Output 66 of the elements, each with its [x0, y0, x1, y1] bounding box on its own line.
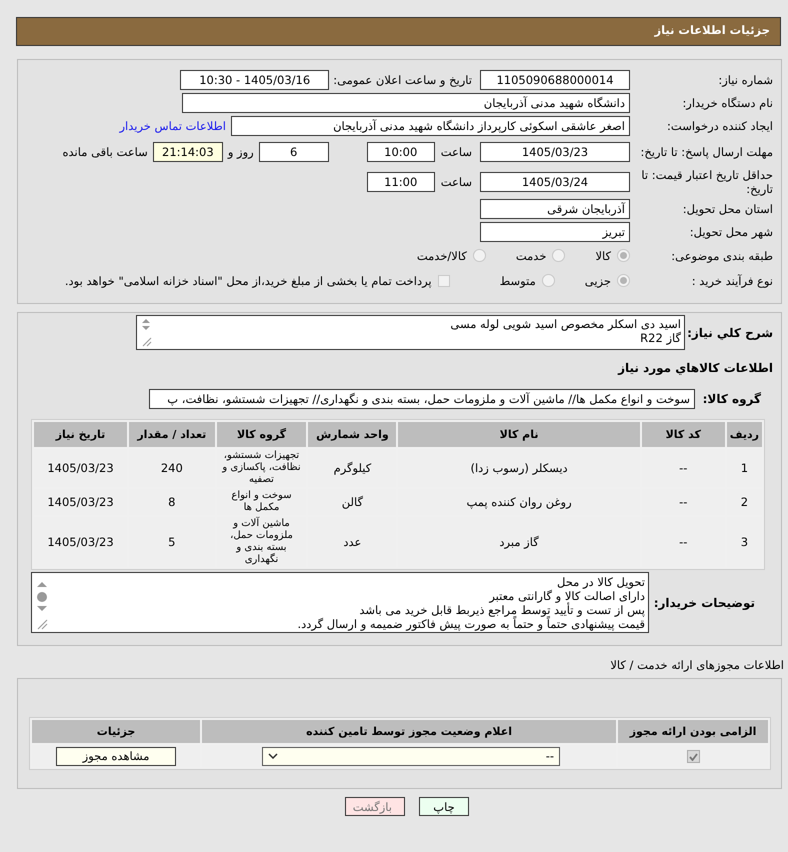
option-label: کالا/خدمت [416, 248, 467, 262]
field-label: حداقل تاریخ اعتبار قیمت: تا تاریخ: [640, 168, 773, 196]
notes-text: تحویل کالا در محل دارای اصالت کالا و گارانتی معتبر پس از تست و تأیید توسط مراجع ذیربط قابل خرید می باشد قیمت پیشنهادی حتماً و حتماً به صورت پیش فاکتور ضمیمه و ارسال گردد. [297, 575, 645, 631]
back-button[interactable]: بازگشت [345, 797, 405, 816]
column-header: کد کالا [642, 422, 725, 447]
section-title: اطلاعات مجوزهای ارائه خدمت / کالا [609, 658, 785, 672]
field-label: ایجاد کننده درخواست: [666, 118, 773, 132]
field-value: تبریز [480, 222, 630, 242]
column-header: الزامی بودن ارائه مجوز [618, 720, 768, 743]
field-label: مهلت ارسال پاسخ: تا تاریخ: [639, 145, 773, 159]
chevron-down-icon [268, 753, 278, 759]
option-label: متوسط [500, 274, 536, 288]
field-label: نام دستگاه خریدار: [681, 96, 773, 110]
field-label: گروه کالا: [702, 392, 761, 406]
time-value: 11:00 [366, 172, 435, 192]
column-header: اعلام وضعیت مجوز توسط تامین کننده [202, 720, 616, 743]
remaining-time: 21:14:03 [152, 142, 223, 162]
field-value: 1405/03/16 - 10:30 [180, 70, 330, 90]
radio-button[interactable] [472, 249, 486, 262]
column-header: تاریخ نیاز [34, 422, 128, 447]
checkbox[interactable] [438, 274, 450, 286]
field-label: استان محل تحویل: [682, 202, 773, 216]
description-text: اسید دی اسکلر مخصوص اسید شویی لوله مسی گاز R22 [450, 317, 681, 345]
contact-link[interactable]: اطلاعات تماس خریدار [119, 118, 226, 132]
field-value: 1105090688000014 [480, 70, 630, 90]
time-value: 10:00 [366, 142, 435, 162]
check-icon [688, 752, 698, 761]
column-header: واحد شمارش [308, 422, 396, 447]
field-label: نوع فرآیند خرید : [690, 274, 773, 288]
field-value: آذربایجان شرقی [480, 198, 630, 218]
section-title: اطلاعات كالاهاي مورد نياز [616, 361, 773, 375]
radio-button[interactable] [617, 274, 630, 287]
column-header: گروه کالا [216, 422, 306, 447]
field-label: تاریخ و ساعت اعلان عمومی: [333, 72, 472, 86]
field-label: توضیحات خریدار: [655, 596, 755, 610]
date-value: 1405/03/24 [480, 172, 630, 192]
view-permit-button[interactable]: مشاهده مجوز [56, 746, 176, 766]
option-label: جزیی [584, 274, 611, 288]
option-label: کالا [595, 248, 611, 262]
radio-button[interactable] [542, 274, 555, 287]
time-label: ساعت [440, 145, 472, 159]
column-header: جزئیات [32, 720, 200, 743]
days-label: روز و [228, 145, 254, 159]
field-label: شهر محل تحویل: [688, 224, 773, 238]
column-header: تعداد / مقدار [129, 422, 215, 447]
column-header: نام کالا [398, 422, 640, 447]
scroll-arrows-icon [140, 317, 152, 347]
radio-button[interactable] [552, 249, 566, 262]
checkbox[interactable] [686, 750, 700, 764]
checkbox-label: پرداخت تمام یا بخشی از مبلغ خرید،از محل "اسناد خزانه اسلامی" خواهد بود. [64, 274, 432, 288]
field-label: شماره نیاز: [717, 72, 773, 86]
radio-button[interactable] [617, 249, 630, 262]
status-select[interactable]: -- [262, 746, 560, 766]
group-value: سوخت و انواع مکمل ها// ماشین آلات و ملزومات حمل، بسته بندی و نگهداری// تجهیزات شستشو، نظافت، پ [149, 389, 695, 409]
print-button[interactable]: چاپ [419, 797, 469, 816]
field-label: شرح كلي نياز: [691, 326, 773, 340]
page-title: جزئیات اطلاعات نیاز [654, 23, 770, 37]
field-value: اصغر عاشقی اسکوئی کارپرداز دانشگاه شهید مدنی آذربایجان [231, 116, 630, 136]
field-label: طبقه بندی موضوعی: [670, 248, 773, 262]
date-value: 1405/03/23 [480, 142, 630, 162]
option-label: خدمت [516, 248, 546, 262]
time-label: ساعت [440, 175, 472, 189]
remaining-label: ساعت باقی مانده [62, 145, 148, 159]
column-header: ردیف [726, 422, 762, 447]
field-value: دانشگاه شهید مدنی آذربایجان [182, 92, 630, 112]
days-value: 6 [258, 142, 329, 162]
